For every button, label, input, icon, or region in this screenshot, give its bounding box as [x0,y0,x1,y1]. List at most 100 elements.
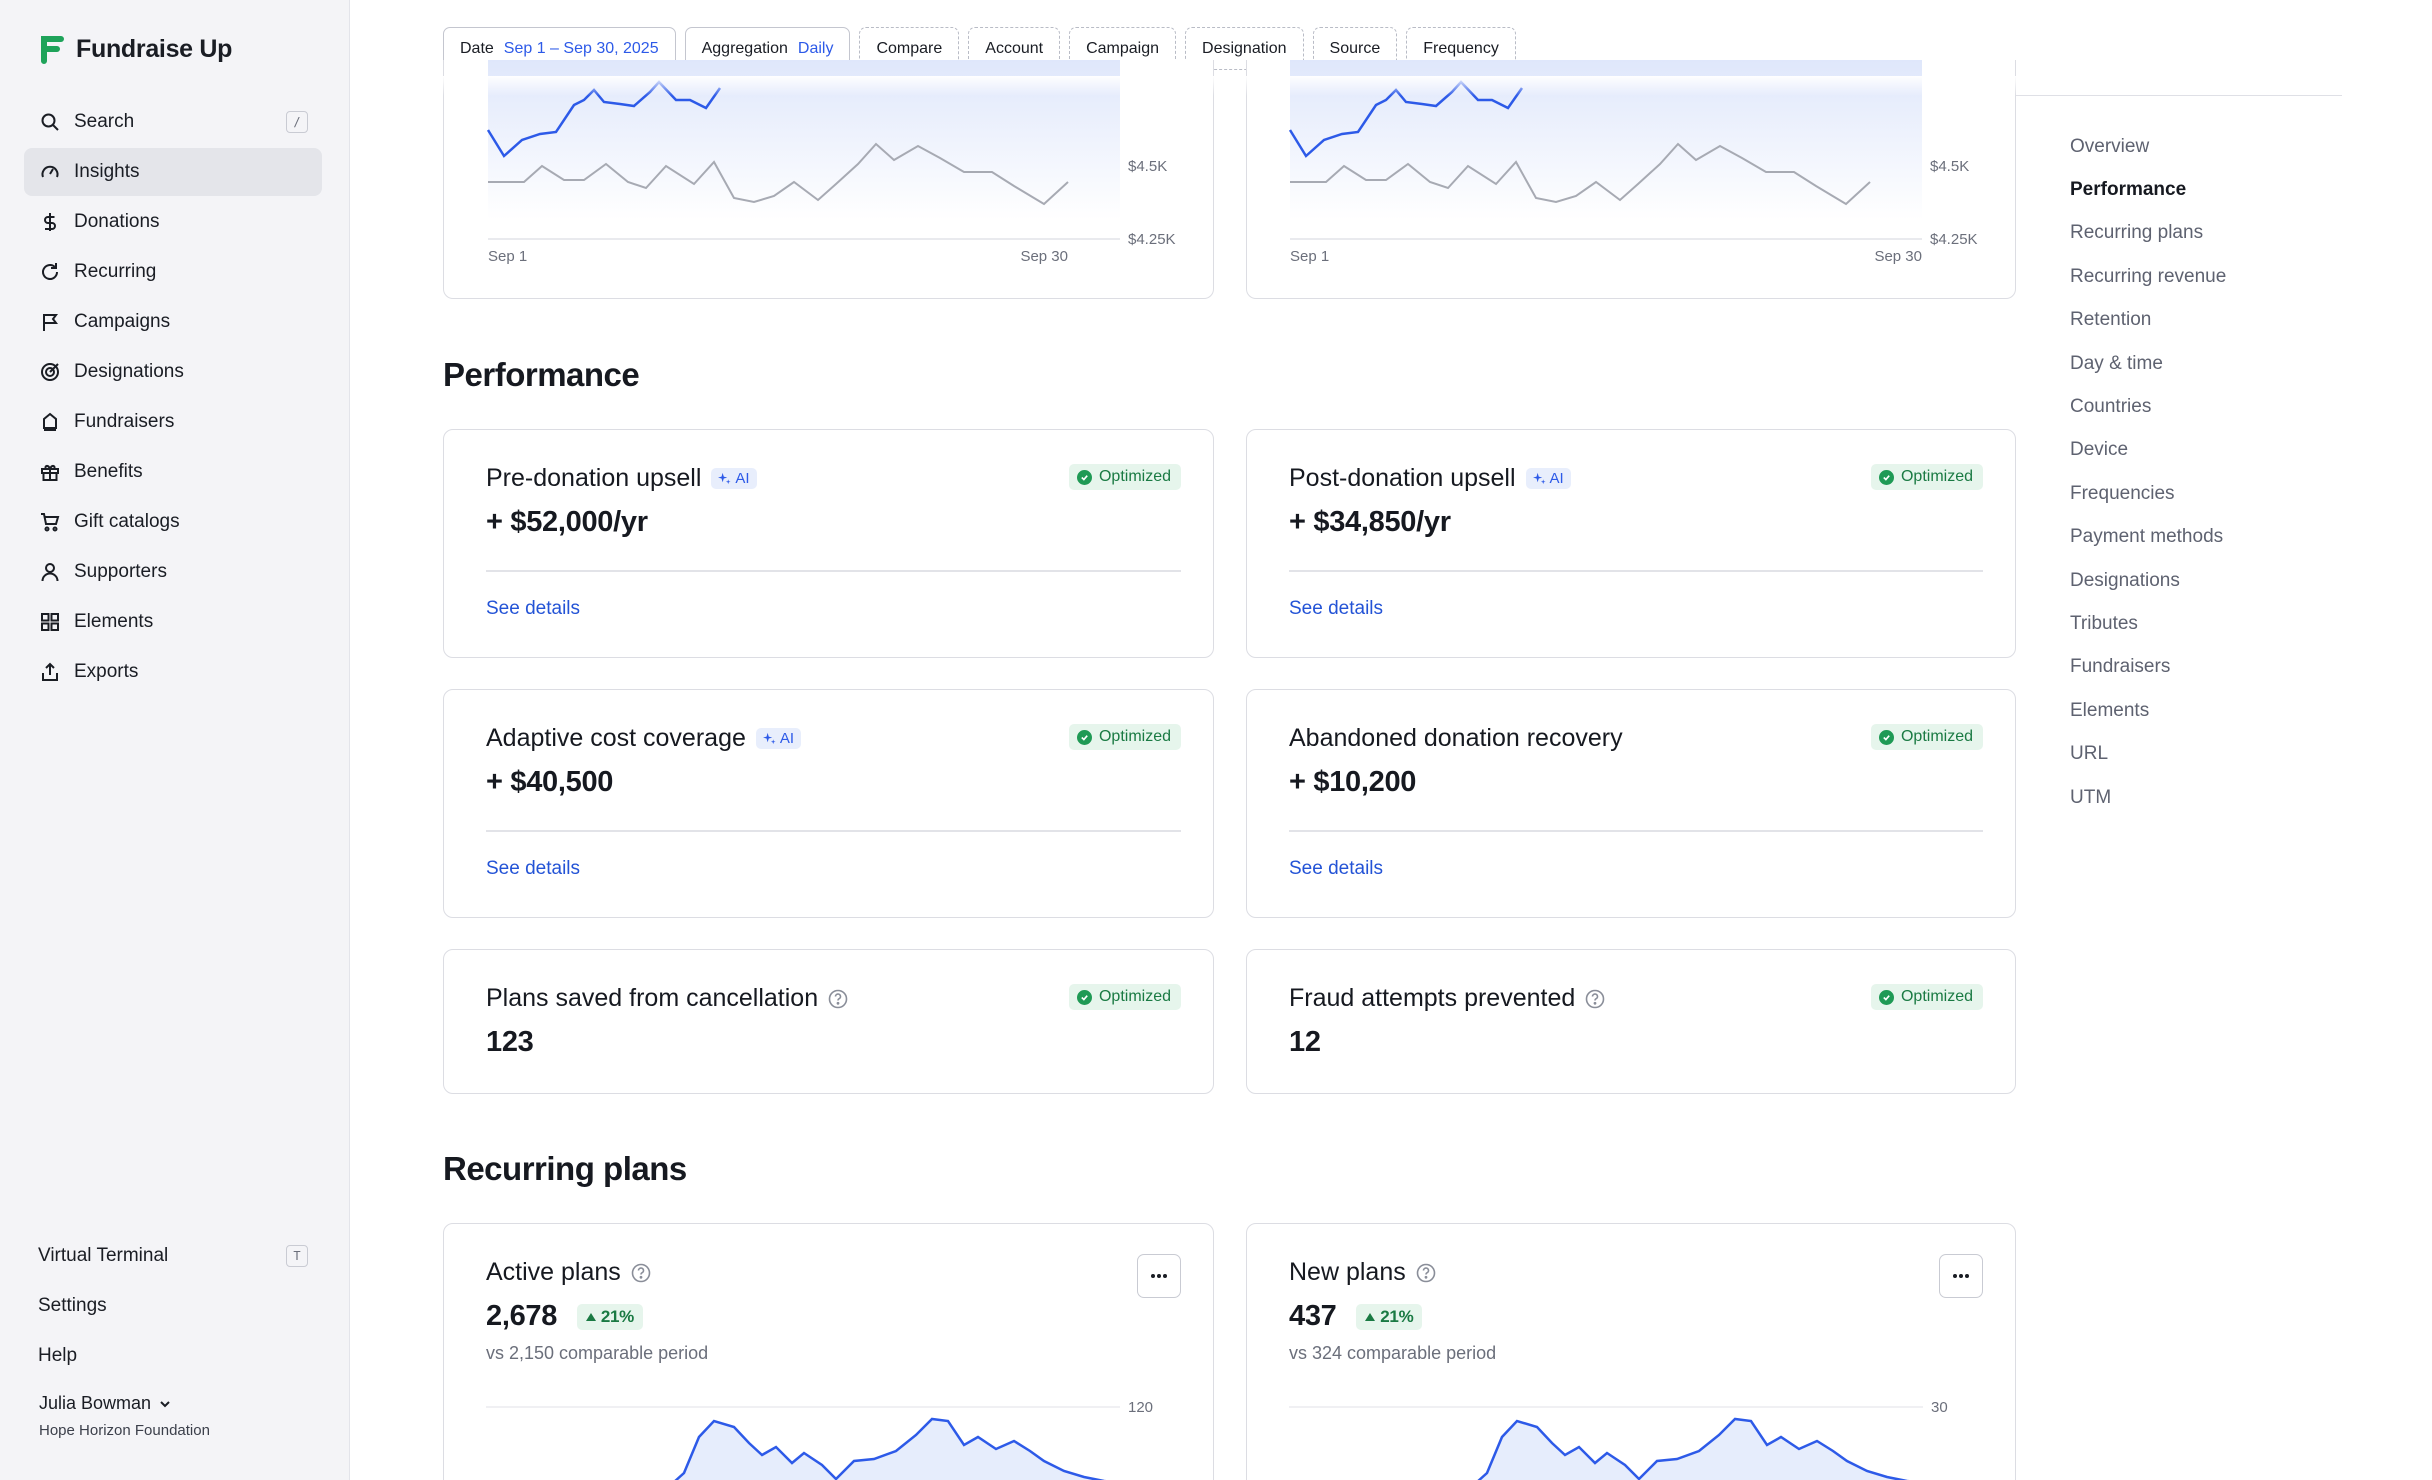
sidebar-item-insights[interactable]: Insights [24,148,322,196]
toc-item-day-time[interactable]: Day & time [2070,342,2226,385]
toc-item-recurring-plans[interactable]: Recurring plans [2070,212,2226,255]
badge-label: Optimized [1900,468,1973,485]
recurring-card-active-plans: Active plans 2,678 21% vs 2,150 comparab… [443,1223,1214,1480]
performance-card-plans-saved: Plans saved from cancellation Optimized … [443,949,1214,1094]
help-circle-icon[interactable] [828,989,848,1009]
sidebar-item-label: Designations [74,361,184,382]
toc-item-utm[interactable]: UTM [2070,776,2226,819]
card-value: 123 [486,1026,534,1058]
toc-item-performance[interactable]: Performance [2070,168,2226,211]
see-details-link[interactable]: See details [486,858,580,880]
x-tick-label: Sep 30 [1020,248,1068,265]
help-circle-icon[interactable] [1416,1263,1436,1283]
toc-item-url[interactable]: URL [2070,732,2226,775]
help-circle-icon[interactable] [1585,989,1605,1009]
user-menu[interactable]: Julia Bowman Hope Horizon Foundation [39,1393,210,1439]
sidebar-item-label: Gift catalogs [74,511,180,532]
y-tick-label: $4.5K [1930,158,1969,175]
table-of-contents: Overview Performance Recurring plans Rec… [2070,125,2226,819]
card-title-text: Plans saved from cancellation [486,984,819,1012]
card-value: + $10,200 [1289,766,1417,798]
sidebar-item-elements[interactable]: Elements [24,598,322,646]
sparkle-icon [718,472,731,485]
sidebar-item-donations[interactable]: Donations [24,198,322,246]
toc-item-device[interactable]: Device [2070,429,2226,472]
toc-item-recurring-revenue[interactable]: Recurring revenue [2070,255,2226,298]
card-value: + $40,500 [486,766,614,798]
help-circle-icon[interactable] [631,1263,651,1283]
sidebar-item-label: Virtual Terminal [38,1245,169,1266]
performance-card-pre-donation-upsell[interactable]: Pre-donation upsell AI Optimized + $52,0… [443,429,1214,658]
section-title-performance: Performance [443,356,640,393]
sidebar-item-benefits[interactable]: Benefits [24,448,322,496]
y-tick-label: $4.25K [1930,231,1978,248]
sidebar-item-virtual-terminal[interactable]: Virtual Terminal T [24,1232,322,1280]
toc-item-overview[interactable]: Overview [2070,125,2226,168]
toc-item-elements[interactable]: Elements [2070,689,2226,732]
divider [486,570,1181,572]
card-title-text: Abandoned donation recovery [1289,724,1623,752]
divider [1289,830,1983,832]
optimized-badge: Optimized [1068,724,1181,750]
user-name-row: Julia Bowman [39,1393,210,1414]
sidebar-item-label: Supporters [74,561,167,582]
card-title-text: Pre-donation upsell [486,464,702,492]
sidebar-item-gift-catalogs[interactable]: Gift catalogs [24,498,322,546]
performance-card-post-donation-upsell[interactable]: Post-donation upsell AI Optimized + $34,… [1246,429,2016,658]
more-options-button[interactable] [1939,1254,1983,1298]
brand-logo[interactable]: Fundraise Up [38,34,232,64]
sidebar-item-recurring[interactable]: Recurring [24,248,322,296]
optimized-badge: Optimized [1870,724,1983,750]
grid-icon [41,613,59,631]
see-details-link[interactable]: See details [1289,858,1383,880]
shortcut-hint: / [286,111,308,133]
see-details-link[interactable]: See details [486,598,580,620]
sparkle-icon [1532,472,1546,485]
toc-item-payment-methods[interactable]: Payment methods [2070,516,2226,559]
sidebar-item-fundraisers[interactable]: Fundraisers [24,398,322,446]
performance-card-abandoned-donation-recovery[interactable]: Abandoned donation recovery Optimized + … [1246,689,2016,918]
card-value: 437 [1289,1300,1337,1332]
recurring-card-new-plans: New plans 437 21% vs 324 comparable peri… [1246,1223,2016,1480]
card-title-text: Fraud attempts prevented [1289,984,1576,1012]
sidebar-item-label: Insights [74,161,140,182]
check-circle-icon [1076,729,1092,745]
fundraiser-icon [43,412,57,431]
trend-badge: 21% [576,1304,643,1331]
gauge-icon [41,165,59,178]
check-circle-icon [1076,989,1092,1005]
sidebar-item-label: Exports [74,661,139,682]
sidebar-item-help[interactable]: Help [24,1332,322,1380]
search-icon [41,113,59,131]
toc-item-frequencies[interactable]: Frequencies [2070,472,2226,515]
toc-item-fundraisers[interactable]: Fundraisers [2070,646,2226,689]
check-circle-icon [1878,989,1894,1005]
trend-value: 21% [600,1307,634,1327]
more-options-button[interactable] [1137,1254,1181,1298]
x-tick-label: Sep 1 [488,248,527,265]
card-title-text: Adaptive cost coverage [486,724,746,752]
trend-badge: 21% [1356,1304,1423,1331]
sidebar-item-search[interactable]: Search / [24,98,322,146]
card-value-row: 437 21% [1289,1300,1423,1333]
sidebar-item-settings[interactable]: Settings [24,1282,322,1330]
sidebar-item-label: Fundraisers [74,411,175,432]
badge-label: Optimized [1098,468,1171,485]
toc-item-retention[interactable]: Retention [2070,299,2226,342]
sidebar-item-supporters[interactable]: Supporters [24,548,322,596]
sidebar-item-designations[interactable]: Designations [24,348,322,396]
performance-card-adaptive-cost-coverage[interactable]: Adaptive cost coverage AI Optimized + $4… [443,689,1214,918]
optimized-badge: Optimized [1870,984,1983,1010]
person-icon [41,563,59,582]
sidebar-bottom-nav: Virtual Terminal T Settings Help [24,1232,322,1382]
area-chart: 30 [1289,1401,1948,1480]
toc-item-tributes[interactable]: Tributes [2070,602,2226,645]
toc-item-countries[interactable]: Countries [2070,385,2226,428]
toc-item-designations[interactable]: Designations [2070,559,2226,602]
filter-label: Date [460,39,494,57]
series-area-fill [676,1419,1099,1480]
ai-badge-label: AI [1549,470,1564,487]
sidebar-item-campaigns[interactable]: Campaigns [24,298,322,346]
sidebar-item-exports[interactable]: Exports [24,648,322,696]
see-details-link[interactable]: See details [1289,598,1383,620]
